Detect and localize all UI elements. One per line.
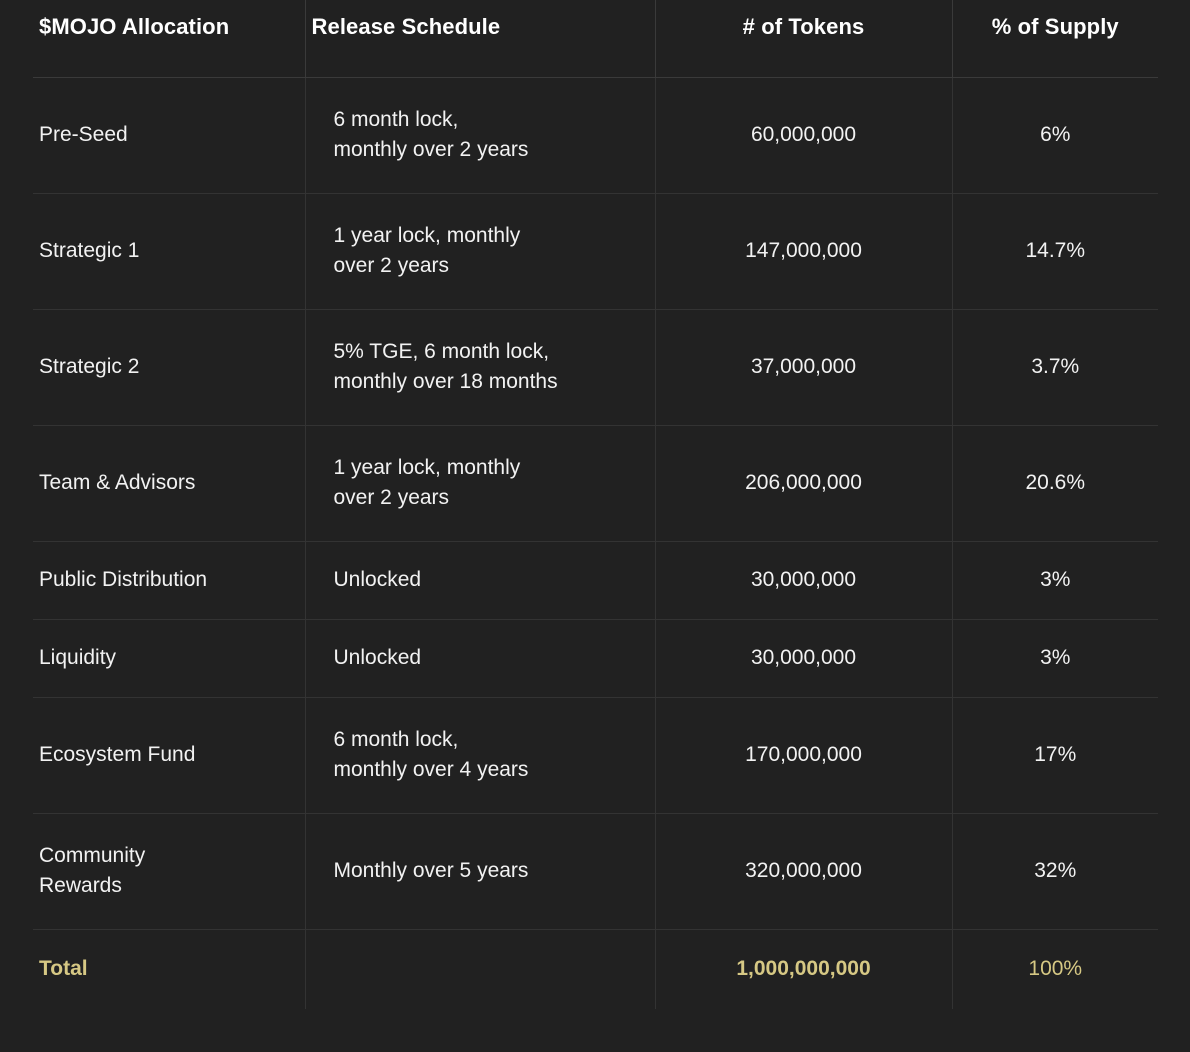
cell-total-label: Total xyxy=(33,929,306,1009)
cell-tokens: 30,000,000 xyxy=(655,541,953,620)
cell-release-schedule: 6 month lock, monthly over 2 years xyxy=(305,77,656,194)
cell-release-schedule: 5% TGE, 6 month lock, monthly over 18 mo… xyxy=(305,309,656,426)
cell-allocation: Liquidity xyxy=(33,619,306,698)
cell-tokens: 60,000,000 xyxy=(655,77,953,194)
cell-supply: 3.7% xyxy=(952,309,1158,426)
cell-tokens: 206,000,000 xyxy=(655,425,953,542)
cell-supply: 14.7% xyxy=(952,193,1158,310)
release-line-1: 6 month lock, xyxy=(333,108,459,132)
cell-release-schedule: 6 month lock, monthly over 4 years xyxy=(305,697,656,814)
cell-tokens: 30,000,000 xyxy=(655,619,953,698)
release-line-1: 5% TGE, 6 month lock, xyxy=(333,340,550,364)
table-row: Public Distribution Unlocked 30,000,000 … xyxy=(33,541,1158,620)
cell-total-supply: 100% xyxy=(1028,957,1083,981)
table-total-row: Total 1,000,000,000 100% xyxy=(33,929,1158,1009)
release-line-2: over 2 years xyxy=(333,254,450,277)
token-allocation-container: $MOJO Allocation Release Schedule # of T… xyxy=(0,0,1190,1052)
cell-allocation: Community Rewards xyxy=(33,813,306,930)
cell-supply: 32% xyxy=(952,813,1158,930)
release-line-1: 1 year lock, monthly xyxy=(333,224,521,248)
cell-allocation: Pre-Seed xyxy=(33,77,306,194)
column-header-allocation: $MOJO Allocation xyxy=(33,0,306,78)
cell-release-schedule: 1 year lock, monthly over 2 years xyxy=(305,425,656,542)
cell-allocation: Team & Advisors xyxy=(33,425,306,542)
token-allocation-table: $MOJO Allocation Release Schedule # of T… xyxy=(33,0,1158,1009)
cell-total-tokens: 1,000,000,000 xyxy=(655,929,953,1009)
cell-tokens: 170,000,000 xyxy=(655,697,953,814)
cell-allocation: Strategic 2 xyxy=(33,309,306,426)
release-line-2: monthly over 18 months xyxy=(333,370,558,393)
table-header: $MOJO Allocation Release Schedule # of T… xyxy=(33,0,1158,78)
cell-release-schedule: 1 year lock, monthly over 2 years xyxy=(305,193,656,310)
cell-tokens: 147,000,000 xyxy=(655,193,953,310)
cell-allocation: Strategic 1 xyxy=(33,193,306,310)
release-line-1: 6 month lock, xyxy=(333,728,459,752)
table-row: Ecosystem Fund 6 month lock, monthly ove… xyxy=(33,697,1158,814)
cell-supply: 3% xyxy=(952,541,1158,620)
cell-tokens: 37,000,000 xyxy=(655,309,953,426)
table-row: Pre-Seed 6 month lock, monthly over 2 ye… xyxy=(33,77,1158,194)
release-line-2: monthly over 2 years xyxy=(333,138,529,161)
cell-release-schedule: Unlocked xyxy=(305,541,656,620)
cell-release-schedule: Monthly over 5 years xyxy=(305,813,656,930)
table-row: Strategic 2 5% TGE, 6 month lock, monthl… xyxy=(33,309,1158,426)
table-row: Community Rewards Monthly over 5 years 3… xyxy=(33,813,1158,930)
column-header-release-schedule: Release Schedule xyxy=(305,0,656,78)
release-line-2: monthly over 4 years xyxy=(333,758,529,781)
cell-allocation: Public Distribution xyxy=(33,541,306,620)
cell-supply: 3% xyxy=(952,619,1158,698)
cell-total-release xyxy=(305,929,656,1009)
cell-supply: 20.6% xyxy=(952,425,1158,542)
allocation-line-1: Community xyxy=(39,844,146,868)
release-line-2: over 2 years xyxy=(333,486,450,509)
table-header-row: $MOJO Allocation Release Schedule # of T… xyxy=(33,0,1158,78)
cell-supply: 6% xyxy=(952,77,1158,194)
cell-tokens: 320,000,000 xyxy=(655,813,953,930)
cell-release-schedule: Unlocked xyxy=(305,619,656,698)
table-body: Pre-Seed 6 month lock, monthly over 2 ye… xyxy=(33,77,1158,1009)
column-header-percent-of-supply: % of Supply xyxy=(952,0,1158,78)
allocation-line-2: Rewards xyxy=(39,874,122,897)
release-line-1: 1 year lock, monthly xyxy=(333,456,521,480)
cell-supply: 17% xyxy=(952,697,1158,814)
table-row: Team & Advisors 1 year lock, monthly ove… xyxy=(33,425,1158,542)
column-header-number-of-tokens: # of Tokens xyxy=(655,0,953,78)
cell-allocation: Ecosystem Fund xyxy=(33,697,306,814)
table-row: Liquidity Unlocked 30,000,000 3% xyxy=(33,619,1158,698)
table-row: Strategic 1 1 year lock, monthly over 2 … xyxy=(33,193,1158,310)
